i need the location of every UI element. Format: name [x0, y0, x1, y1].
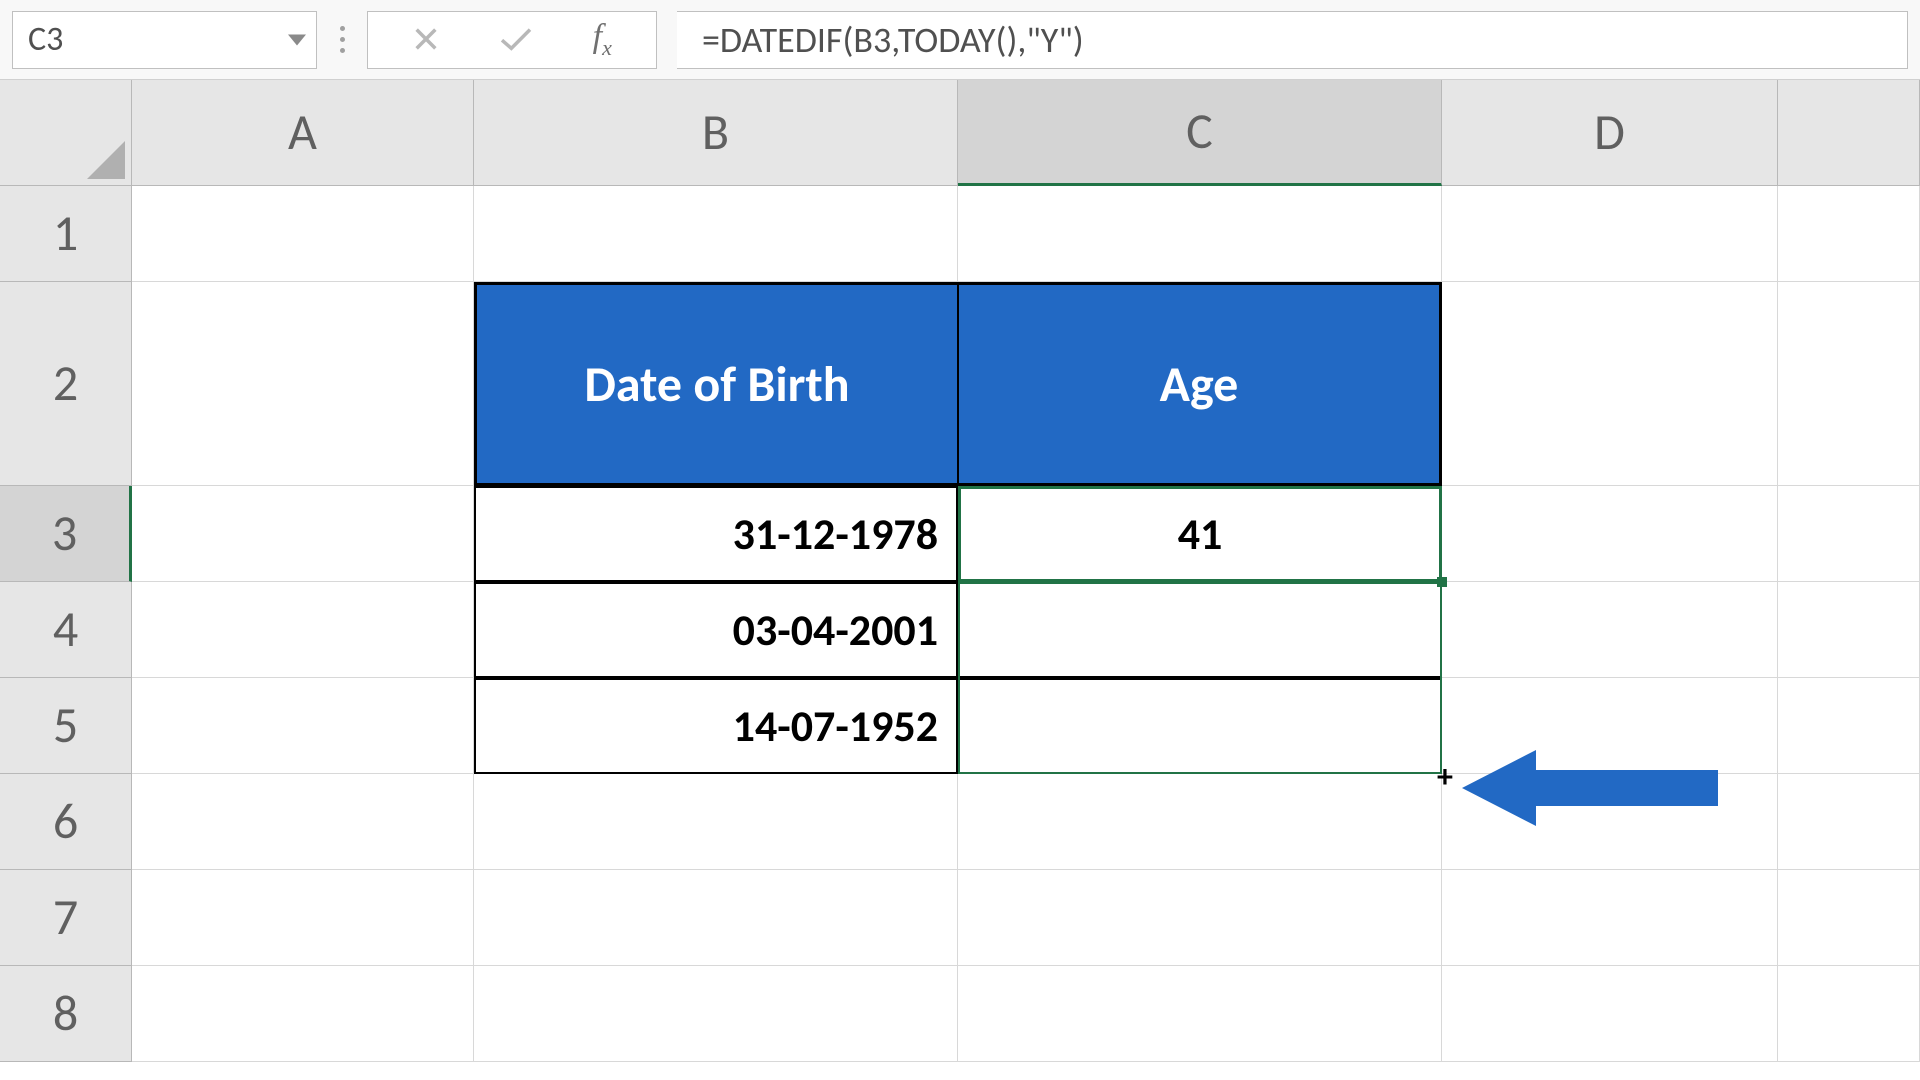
column-header-B[interactable]: B	[474, 80, 958, 186]
row-header-7[interactable]: 7	[0, 870, 132, 966]
row-header-2[interactable]: 2	[0, 282, 132, 486]
select-all-corner[interactable]	[0, 80, 132, 186]
cell-A4[interactable]	[132, 582, 474, 678]
formula-bar-divider	[317, 26, 367, 53]
cell-E6[interactable]	[1778, 774, 1920, 870]
cell-C1[interactable]	[958, 186, 1442, 282]
corner-triangle-icon	[87, 141, 125, 179]
column-header-C[interactable]: C	[958, 80, 1442, 186]
cell-D2[interactable]	[1442, 282, 1778, 486]
cell-A3[interactable]	[132, 486, 474, 582]
cell-B8[interactable]	[474, 966, 958, 1062]
cell-C7[interactable]	[958, 870, 1442, 966]
cell-B3[interactable]: 31-12-1978	[474, 486, 958, 582]
cell-B2[interactable]: Date of Birth	[474, 282, 958, 486]
cell-E8[interactable]	[1778, 966, 1920, 1062]
cancel-button[interactable]	[412, 15, 440, 64]
formula-value: =DATEDIF(B3,TODAY(),"Y")	[702, 18, 1084, 62]
column-header-E[interactable]	[1778, 80, 1920, 186]
cell-E4[interactable]	[1778, 582, 1920, 678]
name-box-value: C3	[28, 19, 63, 60]
row-header-6[interactable]: 6	[0, 774, 132, 870]
cell-B1[interactable]	[474, 186, 958, 282]
grid-area: 1 2 3 4 5 6 7 8	[0, 186, 1920, 1062]
insert-function-button[interactable]: fx	[593, 18, 612, 61]
row-2: Date of Birth Age	[132, 282, 1920, 486]
row-header-5[interactable]: 5	[0, 678, 132, 774]
cell-C4[interactable]	[958, 582, 1442, 678]
arrow-left-icon	[1462, 742, 1722, 834]
cell-A1[interactable]	[132, 186, 474, 282]
cell-A5[interactable]	[132, 678, 474, 774]
cell-E5[interactable]	[1778, 678, 1920, 774]
cell-A7[interactable]	[132, 870, 474, 966]
row-7	[132, 870, 1920, 966]
cell-D8[interactable]	[1442, 966, 1778, 1062]
column-header-A[interactable]: A	[132, 80, 474, 186]
row-header-3[interactable]: 3	[0, 486, 132, 582]
cell-E7[interactable]	[1778, 870, 1920, 966]
formula-input[interactable]: =DATEDIF(B3,TODAY(),"Y")	[677, 11, 1908, 69]
cells-area: Date of Birth Age 31-12-1978 41 03-04-20	[132, 186, 1920, 1062]
cell-E1[interactable]	[1778, 186, 1920, 282]
cell-A2[interactable]	[132, 282, 474, 486]
cell-A8[interactable]	[132, 966, 474, 1062]
cell-C8[interactable]	[958, 966, 1442, 1062]
cell-D7[interactable]	[1442, 870, 1778, 966]
column-headers-row: A B C D	[0, 80, 1920, 186]
cell-D1[interactable]	[1442, 186, 1778, 282]
cell-D3[interactable]	[1442, 486, 1778, 582]
spreadsheet-grid: A B C D 1 2 3 4 5 6 7 8	[0, 80, 1920, 1080]
cell-C6[interactable]	[958, 774, 1442, 870]
enter-button[interactable]	[498, 14, 534, 65]
row-4: 03-04-2001	[132, 582, 1920, 678]
cell-D4[interactable]	[1442, 582, 1778, 678]
name-box-dropdown-icon[interactable]	[288, 34, 306, 45]
fill-handle[interactable]	[1437, 577, 1447, 587]
cell-C5[interactable]	[958, 678, 1442, 774]
row-header-8[interactable]: 8	[0, 966, 132, 1062]
row-8	[132, 966, 1920, 1062]
cell-B4[interactable]: 03-04-2001	[474, 582, 958, 678]
vertical-dots-icon	[340, 26, 345, 53]
arrow-annotation	[1462, 742, 1722, 839]
formula-bar-container: C3 fx =DATEDIF(B3,TODAY(),"Y")	[0, 0, 1920, 80]
x-icon	[412, 25, 440, 53]
row-header-1[interactable]: 1	[0, 186, 132, 282]
cell-B6[interactable]	[474, 774, 958, 870]
cell-C3[interactable]: 41	[958, 486, 1442, 582]
cell-A6[interactable]	[132, 774, 474, 870]
row-header-4[interactable]: 4	[0, 582, 132, 678]
check-icon	[498, 25, 534, 53]
formula-buttons: fx	[367, 11, 657, 69]
name-box[interactable]: C3	[12, 11, 317, 69]
cell-B5[interactable]: 14-07-1952	[474, 678, 958, 774]
cell-E2[interactable]	[1778, 282, 1920, 486]
column-header-D[interactable]: D	[1442, 80, 1778, 186]
fill-cursor-icon: +	[1437, 761, 1453, 793]
row-3: 31-12-1978 41	[132, 486, 1920, 582]
row-headers-column: 1 2 3 4 5 6 7 8	[0, 186, 132, 1062]
cell-C2[interactable]: Age	[958, 282, 1442, 486]
cell-E3[interactable]	[1778, 486, 1920, 582]
cell-B7[interactable]	[474, 870, 958, 966]
grid-body: A B C D 1 2 3 4 5 6 7 8	[0, 80, 1920, 1080]
row-1	[132, 186, 1920, 282]
